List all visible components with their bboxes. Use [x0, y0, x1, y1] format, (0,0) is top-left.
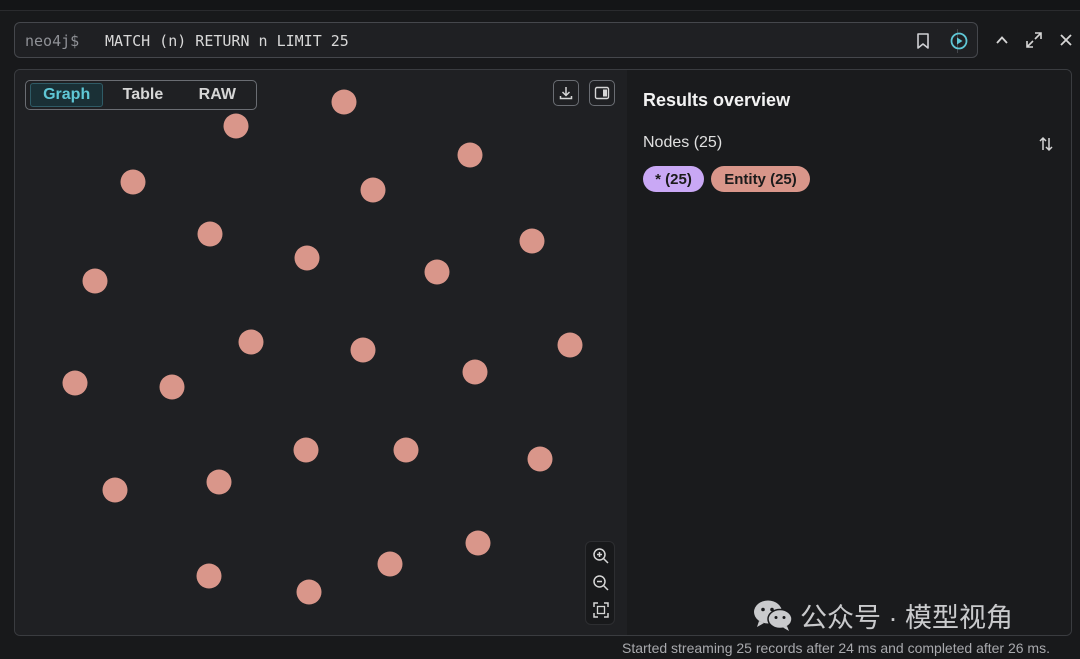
- graph-node[interactable]: [465, 530, 491, 556]
- graph-node[interactable]: [102, 477, 128, 503]
- query-prompt: neo4j$: [25, 32, 80, 50]
- graph-node[interactable]: [223, 113, 249, 139]
- graph-node[interactable]: [197, 221, 223, 247]
- graph-svg[interactable]: [15, 70, 625, 635]
- graph-node[interactable]: [457, 142, 483, 168]
- sort-arrows-icon[interactable]: [1035, 133, 1057, 155]
- graph-node[interactable]: [424, 259, 450, 285]
- graph-node[interactable]: [206, 469, 232, 495]
- window-top-strip: [0, 0, 1080, 11]
- graph-node[interactable]: [527, 446, 553, 472]
- zoom-in-icon[interactable]: [591, 546, 611, 566]
- result-frame: Graph Table RAW Results overview Nodes (…: [14, 69, 1072, 636]
- graph-node[interactable]: [519, 228, 545, 254]
- graph-node[interactable]: [62, 370, 88, 396]
- chevron-up-icon[interactable]: [991, 29, 1013, 51]
- graph-node[interactable]: [120, 169, 146, 195]
- fit-to-screen-icon[interactable]: [591, 600, 611, 620]
- view-mode-tabs: Graph Table RAW: [25, 80, 257, 110]
- label-pill-all[interactable]: * (25): [643, 166, 704, 192]
- download-icon: [558, 85, 574, 101]
- graph-node[interactable]: [159, 374, 185, 400]
- query-text[interactable]: MATCH (n) RETURN n LIMIT 25: [105, 32, 349, 50]
- play-circle-icon[interactable]: [949, 31, 969, 51]
- wechat-icon: [752, 598, 794, 632]
- graph-node[interactable]: [557, 332, 583, 358]
- query-status-text: Started streaming 25 records after 24 ms…: [622, 640, 1050, 656]
- graph-node[interactable]: [331, 89, 357, 115]
- tab-graph[interactable]: Graph: [30, 83, 104, 107]
- close-icon[interactable]: [1055, 29, 1077, 51]
- zoom-controls: [585, 541, 615, 625]
- graph-node[interactable]: [294, 245, 320, 271]
- graph-node[interactable]: [393, 437, 419, 463]
- results-overview-panel: Results overview Nodes (25) * (25) Entit…: [627, 70, 1071, 635]
- graph-node[interactable]: [238, 329, 264, 355]
- graph-node[interactable]: [196, 563, 222, 589]
- graph-node[interactable]: [377, 551, 403, 577]
- download-button[interactable]: [553, 80, 579, 106]
- graph-node[interactable]: [296, 579, 322, 605]
- toggle-panel-button[interactable]: [589, 80, 615, 106]
- side-panel-icon: [594, 86, 610, 100]
- tab-table[interactable]: Table: [103, 83, 182, 107]
- expand-icon[interactable]: [1023, 29, 1045, 51]
- graph-node[interactable]: [293, 437, 319, 463]
- graph-node[interactable]: [350, 337, 376, 363]
- watermark-text: 公众号 · 模型视角: [800, 602, 1013, 633]
- nodes-count-label: Nodes (25): [643, 134, 723, 151]
- overview-title: Results overview: [643, 90, 791, 110]
- graph-node[interactable]: [360, 177, 386, 203]
- graph-canvas[interactable]: Graph Table RAW: [15, 70, 625, 635]
- watermark: 公众号 · 模型视角: [752, 598, 1013, 633]
- graph-node[interactable]: [462, 359, 488, 385]
- query-editor[interactable]: neo4j$ MATCH (n) RETURN n LIMIT 25: [14, 22, 978, 58]
- bookmark-icon[interactable]: [913, 31, 933, 51]
- graph-node[interactable]: [82, 268, 108, 294]
- tab-raw[interactable]: RAW: [183, 83, 252, 107]
- label-pill-entity[interactable]: Entity (25): [711, 166, 810, 192]
- zoom-out-icon[interactable]: [591, 573, 611, 593]
